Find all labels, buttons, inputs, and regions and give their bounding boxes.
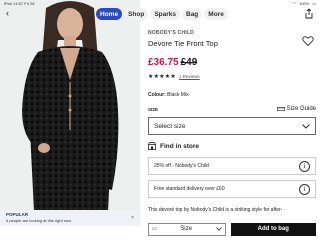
product-description: This devoré top by Nobody's Child is a s… [148,207,283,213]
close-icon[interactable]: × [131,215,134,221]
popular-title: POPULAR [6,212,29,217]
status-right: ◠ 100% ▭ [292,1,316,6]
colour-label: Colour: [148,92,166,98]
promo-discount-text: 25% off - Nobody's Child [154,163,209,169]
bottom-size-label: Size [180,226,192,232]
tab-sparks[interactable]: Sparks [150,8,180,20]
ruler-icon [276,107,285,111]
reviews-link[interactable]: 1 Reviews [179,74,200,79]
brand-name[interactable]: NOBODY'S CHILD [148,30,316,36]
price-row: £36.75 £49 [148,57,197,68]
rating-row: ★★★★★ 1 Reviews [148,73,200,80]
ruler-icon: ▭ [152,226,157,232]
original-price: £49 [180,57,198,68]
status-left: iPad 14:57 Fri 28 [4,1,35,6]
find-in-store[interactable]: Find in store [148,142,199,150]
info-icon[interactable]: i [299,183,310,195]
nav-tabs: Home Shop Sparks Bag More [96,8,228,20]
colour-value: Black Mix [167,92,189,98]
carrier: iPad [4,1,13,6]
size-select[interactable]: Select size [148,117,316,135]
chevron-down-icon [215,227,222,231]
date: Fri 28 [24,1,35,6]
store-icon [148,142,156,150]
time: 14:57 [13,1,24,6]
bottom-size-dropdown[interactable]: ▭ Size [148,222,226,236]
status-bar: iPad 14:57 Fri 28 ◠ 100% ▭ [0,0,320,7]
product-image[interactable] [0,0,140,212]
tab-more[interactable]: More [204,8,228,20]
product-title: Devore Tie Front Top [148,39,218,48]
size-select-placeholder: Select size [154,122,186,130]
bottom-bar: ▭ Size Add to bag [140,218,320,240]
promo-delivery[interactable]: Free standard delivery over £60 i [148,180,316,198]
share-icon[interactable] [304,8,314,19]
top-nav: ‹ Home Shop Sparks Bag More [0,7,320,21]
info-icon[interactable]: i [299,160,310,172]
sale-price: £36.75 [148,57,179,68]
model-illustration [0,0,140,212]
wifi-icon: ◠ [292,1,296,6]
back-chevron-icon[interactable]: ‹ [6,8,9,18]
product-details: NOBODY'S CHILD Devore Tie Front Top [148,30,316,48]
star-rating: ★★★★★ [148,74,176,80]
colour-row: Colour: Black Mix [148,92,189,98]
promo-delivery-text: Free standard delivery over £60 [154,186,225,192]
size-guide-label: Size Guide [286,106,316,112]
add-to-bag-button[interactable]: Add to bag [230,222,316,236]
heart-icon[interactable] [302,35,314,47]
tab-shop[interactable]: Shop [124,8,149,20]
size-label: SIZE [148,106,159,112]
find-in-store-label: Find in store [160,142,199,150]
battery-icon: ▭ [312,1,316,6]
size-guide-link[interactable]: Size Guide [276,106,316,112]
popular-banner: POPULAR 6 people are looking at this rig… [0,210,140,226]
battery-level: 100% [298,1,310,6]
size-label-row: SIZE Size Guide [148,106,316,112]
tab-bag[interactable]: Bag [182,8,203,20]
chevron-down-icon [302,123,310,129]
tab-home[interactable]: Home [96,8,123,20]
promo-discount[interactable]: 25% off - Nobody's Child i [148,157,316,175]
popular-subtitle: 6 people are looking at this right now [6,218,72,223]
